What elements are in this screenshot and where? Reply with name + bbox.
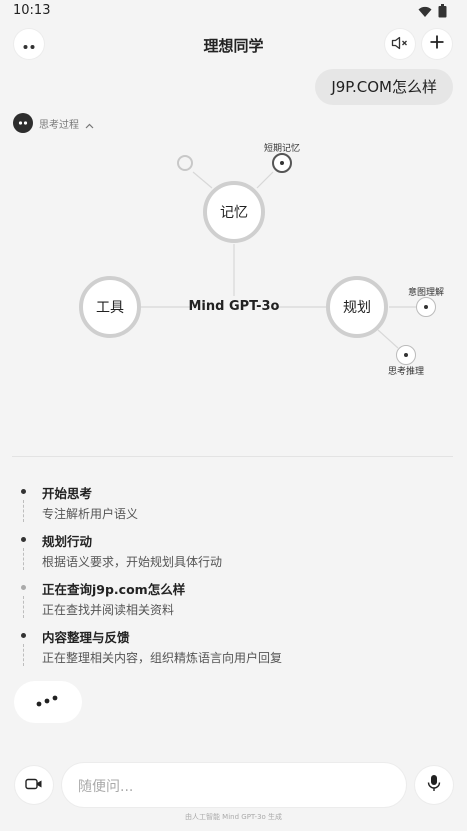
microphone-icon [427, 774, 441, 796]
step-bullet [21, 537, 26, 542]
video-call-button[interactable] [15, 766, 53, 804]
step-connector [23, 596, 24, 618]
empty-sub-node [177, 155, 193, 171]
intent-node [416, 297, 436, 317]
memory-node-label: 记忆 [220, 205, 248, 221]
divider [12, 456, 453, 457]
video-camera-icon [25, 776, 43, 795]
center-model-label: Mind GPT-3o [188, 299, 280, 314]
typing-dots-icon [36, 695, 58, 707]
memory-node: 记忆 [203, 181, 265, 243]
tools-node-label: 工具 [96, 300, 124, 316]
typing-indicator [14, 681, 82, 723]
voice-input-button[interactable] [415, 766, 453, 804]
step-title: 规划行动 [42, 534, 93, 549]
step-desc: 正在查找并阅读相关资料 [42, 603, 175, 617]
step-desc: 根据语义要求，开始规划具体行动 [42, 555, 223, 569]
step-title: 内容整理与反馈 [42, 630, 130, 645]
short-memory-node [272, 153, 292, 173]
step-bullet [21, 633, 26, 638]
planning-node-label: 规划 [343, 300, 371, 316]
step-connector [23, 500, 24, 522]
step-title: 正在查询j9p.com怎么样 [42, 582, 186, 597]
planning-node: 规划 [326, 276, 388, 338]
step-connector [23, 644, 24, 666]
step-connector [23, 548, 24, 570]
step-desc: 专注解析用户语义 [42, 507, 139, 521]
chat-input[interactable]: 随便问... [62, 763, 406, 807]
ai-disclaimer: 由人工智能 Mind GPT-3o 生成 [184, 813, 283, 821]
step-bullet [21, 489, 26, 494]
step-bullet [21, 585, 26, 590]
reasoning-label: 思考推理 [388, 367, 425, 377]
reasoning-node [396, 345, 416, 365]
chat-input-placeholder: 随便问... [78, 779, 134, 795]
step-title: 开始思考 [42, 486, 93, 501]
tools-node: 工具 [79, 276, 141, 338]
step-desc: 正在整理相关内容，组织精炼语言向用户回复 [42, 651, 283, 665]
